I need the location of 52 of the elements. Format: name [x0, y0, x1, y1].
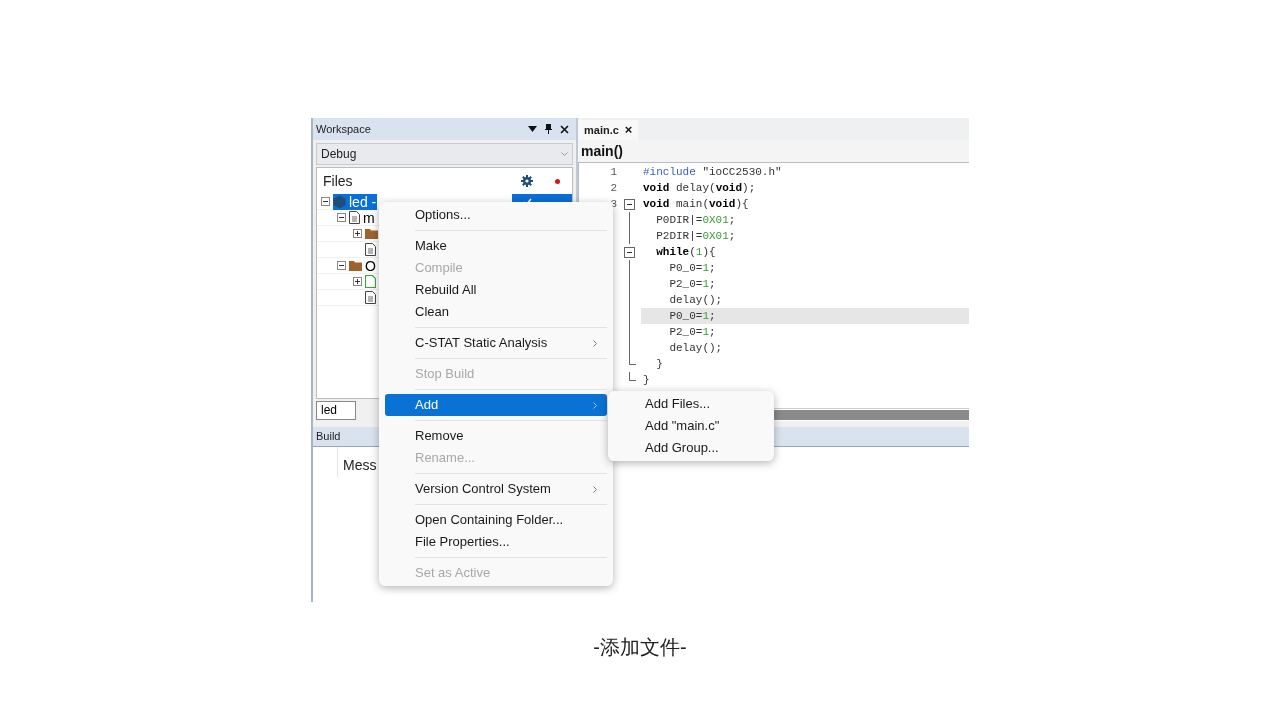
file-icon — [365, 291, 376, 304]
fold-icon[interactable] — [623, 198, 635, 210]
menu-item[interactable]: Rebuild All — [385, 279, 607, 301]
expand-icon[interactable] — [353, 277, 362, 286]
collapse-icon[interactable] — [321, 197, 330, 206]
tree-item[interactable]: O — [349, 257, 377, 274]
menu-item[interactable]: Make — [385, 235, 607, 257]
line-number: 1 — [610, 164, 617, 180]
line-number: 2 — [610, 180, 617, 196]
pin-icon[interactable] — [545, 124, 552, 134]
configuration-dropdown[interactable]: Debug — [316, 143, 573, 165]
column-header: Mess — [343, 456, 377, 473]
menu-item[interactable]: Open Containing Folder... — [385, 509, 607, 531]
folder-icon — [349, 260, 362, 271]
menu-item[interactable]: Add — [385, 394, 607, 416]
function-name: main() — [581, 141, 623, 161]
menu-item[interactable]: Add Group... — [614, 437, 768, 459]
column-header: Files — [322, 171, 354, 191]
editor-tab[interactable]: main.c × — [578, 120, 639, 140]
chevron-right-icon — [593, 401, 597, 409]
menu-item[interactable]: C-STAT Static Analysis — [385, 332, 607, 354]
menu-item[interactable]: Options... — [385, 204, 607, 226]
gear-icon — [521, 175, 533, 187]
file-icon — [365, 275, 376, 288]
menu-item[interactable]: Clean — [385, 301, 607, 323]
panel-title: Workspace — [316, 121, 372, 137]
fold-icon[interactable] — [623, 246, 635, 258]
chevron-right-icon — [593, 485, 597, 493]
workspace-tab[interactable]: led — [316, 400, 356, 420]
menu-item[interactable]: Version Control System — [385, 478, 607, 500]
collapse-icon[interactable] — [337, 261, 346, 270]
menu-item[interactable]: File Properties... — [385, 531, 607, 553]
tree-item[interactable]: led - — [333, 193, 378, 210]
dropdown-icon[interactable] — [528, 126, 537, 132]
close-icon[interactable] — [560, 124, 569, 134]
chevron-right-icon — [593, 339, 597, 347]
panel-title: Build — [316, 429, 341, 445]
collapse-icon[interactable] — [337, 213, 346, 222]
menu-item[interactable]: Add Files... — [614, 393, 768, 415]
expand-icon[interactable] — [353, 229, 362, 238]
hexagon-icon — [333, 194, 346, 209]
tree-item[interactable] — [365, 289, 377, 306]
slide-caption: -添加文件- — [593, 635, 687, 660]
folder-icon — [365, 228, 378, 239]
tree-item[interactable] — [365, 241, 377, 258]
close-tab-icon[interactable]: × — [624, 120, 633, 140]
file-icon — [349, 211, 360, 224]
file-icon — [365, 243, 376, 256]
menu-item[interactable]: Remove — [385, 425, 607, 447]
chevron-down-icon — [561, 152, 568, 156]
menu-item[interactable]: Add "main.c" — [614, 415, 768, 437]
tree-item[interactable]: m — [349, 209, 376, 226]
